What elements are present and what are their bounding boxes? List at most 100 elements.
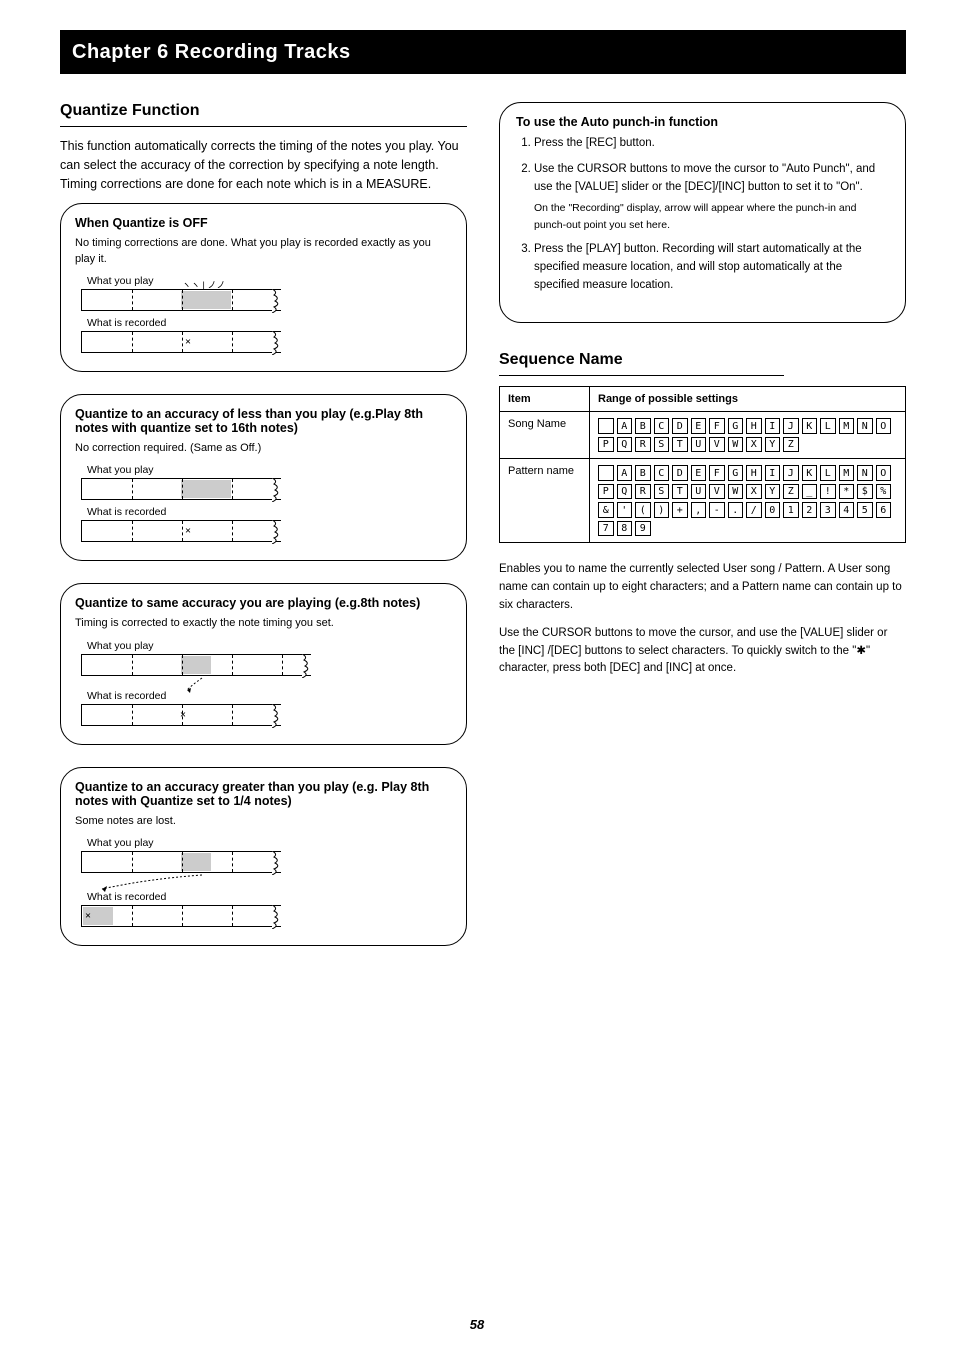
- char-cell: 2: [802, 502, 818, 518]
- panel-quantize-greater: Quantize to an accuracy greater than you…: [60, 767, 467, 946]
- char-cell: A: [617, 418, 633, 434]
- char-cell: 6: [876, 502, 892, 518]
- char-cell: W: [728, 437, 744, 453]
- char-cell: *: [839, 484, 855, 500]
- table-row: Song Name ABCDEFGHIJKLMNOPQRSTUVWXYZ: [500, 412, 906, 459]
- autopunch-steps: Press the [REC] button. Use the CURSOR b…: [534, 135, 889, 294]
- table-row: Pattern name ABCDEFGHIJKLMNOPQRSTUVWXYZ_…: [500, 459, 906, 543]
- char-cell: J: [783, 465, 799, 481]
- char-cell: T: [672, 484, 688, 500]
- char-cell: C: [654, 465, 670, 481]
- char-cell: W: [728, 484, 744, 500]
- char-cell: H: [746, 465, 762, 481]
- char-cell: B: [635, 465, 651, 481]
- char-cell: S: [654, 484, 670, 500]
- char-cell: %: [876, 484, 892, 500]
- char-cell: R: [635, 437, 651, 453]
- row-label: What is recorded: [87, 891, 452, 903]
- row-label: Pattern name: [500, 459, 590, 543]
- char-cell: X: [746, 484, 762, 500]
- panel-quantize-less: Quantize to an accuracy of less than you…: [60, 394, 467, 561]
- name-table: Item Range of possible settings Song Nam…: [499, 386, 906, 543]
- char-cell: R: [635, 484, 651, 500]
- char-cell: P: [598, 437, 614, 453]
- char-cell: 0: [765, 502, 781, 518]
- char-cell: Y: [765, 484, 781, 500]
- tape-diagram: [81, 851, 281, 873]
- char-cell: 1: [783, 502, 799, 518]
- step-text: Use the CURSOR buttons to move the curso…: [534, 163, 875, 193]
- tape-diagram: ×: [81, 520, 281, 542]
- char-cell: D: [672, 465, 688, 481]
- panel-desc: No correction required. (Same as Off.): [75, 441, 452, 456]
- char-cell: 3: [820, 502, 836, 518]
- char-cell: +: [672, 502, 688, 518]
- char-cell: Q: [617, 484, 633, 500]
- tape-diagram: [81, 478, 281, 500]
- char-cell: ): [654, 502, 670, 518]
- char-cell: F: [709, 418, 725, 434]
- page-number: 58: [470, 1317, 484, 1332]
- list-item: Use the CURSOR buttons to move the curso…: [534, 161, 889, 233]
- tape-diagram: ×: [81, 331, 281, 353]
- char-cell: V: [709, 484, 725, 500]
- char-cell: 4: [839, 502, 855, 518]
- char-cell: K: [802, 418, 818, 434]
- char-grid: ABCDEFGHIJKLMNOPQRSTUVWXYZ_!*$%&'()+,-./…: [598, 465, 897, 536]
- char-cell: 7: [598, 521, 614, 537]
- char-cell: P: [598, 484, 614, 500]
- seqname-notes: Enables you to name the currently select…: [499, 561, 906, 678]
- row-label: Song Name: [500, 412, 590, 459]
- char-cell: L: [820, 465, 836, 481]
- panel-desc: Timing is corrected to exactly the note …: [75, 616, 452, 631]
- char-cell: [598, 418, 614, 434]
- row-label: What you play: [87, 837, 452, 849]
- panel-quantize-same: Quantize to same accuracy you are playin…: [60, 583, 467, 744]
- note-paragraph: Use the CURSOR buttons to move the curso…: [499, 625, 906, 678]
- row-label: What is recorded: [87, 506, 452, 518]
- char-cell: O: [876, 418, 892, 434]
- char-cell: H: [746, 418, 762, 434]
- char-cell: M: [839, 418, 855, 434]
- char-cell: .: [728, 502, 744, 518]
- panel-title: When Quantize is OFF: [75, 216, 452, 230]
- char-cell: C: [654, 418, 670, 434]
- panel-title: Quantize to an accuracy greater than you…: [75, 780, 452, 808]
- char-cell: _: [802, 484, 818, 500]
- char-cell: D: [672, 418, 688, 434]
- row-label: What you play: [87, 640, 452, 652]
- char-cell: -: [709, 502, 725, 518]
- step-subnote: On the "Recording" display, arrow will a…: [534, 200, 889, 233]
- row-label: What is recorded: [87, 317, 452, 329]
- char-cell: X: [746, 437, 762, 453]
- char-cell: (: [635, 502, 651, 518]
- char-cell: M: [839, 465, 855, 481]
- char-cell: O: [876, 465, 892, 481]
- char-cell: A: [617, 465, 633, 481]
- col-header: Range of possible settings: [590, 387, 906, 412]
- tape-diagram: ×: [81, 905, 281, 927]
- char-cell: T: [672, 437, 688, 453]
- char-cell: G: [728, 418, 744, 434]
- char-cell: Y: [765, 437, 781, 453]
- quantize-heading: Quantize Function: [60, 102, 467, 127]
- row-label: What you play: [87, 464, 452, 476]
- char-cell: N: [857, 418, 873, 434]
- tape-diagram: [81, 654, 311, 676]
- char-cell: !: [820, 484, 836, 500]
- char-cell: J: [783, 418, 799, 434]
- char-cell: 8: [617, 521, 633, 537]
- tape-diagram: ヽヽ | ノノ: [81, 289, 281, 311]
- char-cell: ,: [691, 502, 707, 518]
- char-grid: ABCDEFGHIJKLMNOPQRSTUVWXYZ: [598, 418, 897, 452]
- char-cell: [598, 465, 614, 481]
- char-cell: Z: [783, 437, 799, 453]
- char-cell: 5: [857, 502, 873, 518]
- char-cell: ': [617, 502, 633, 518]
- char-cell: V: [709, 437, 725, 453]
- panel-quantize-off: When Quantize is OFF No timing correctio…: [60, 203, 467, 372]
- char-cell: /: [746, 502, 762, 518]
- note-paragraph: Enables you to name the currently select…: [499, 561, 906, 614]
- panel-title: Quantize to same accuracy you are playin…: [75, 596, 452, 610]
- row-label: What is recorded: [87, 690, 452, 702]
